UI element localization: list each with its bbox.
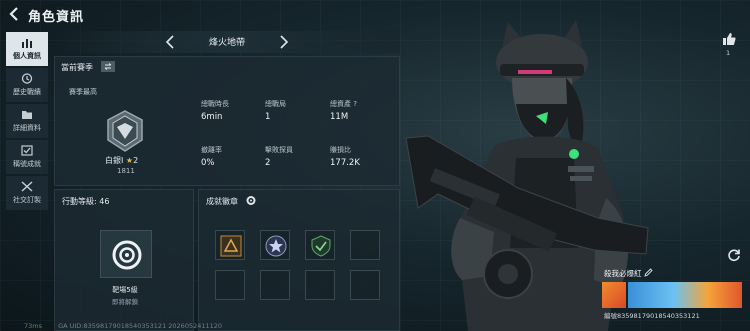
tools-icon (21, 181, 33, 192)
season-switch-button[interactable] (101, 61, 115, 72)
stat-value: 11M (330, 112, 349, 122)
footer: 73ms GA UID:83598179018540353121 2026052… (24, 322, 222, 330)
level-name: 靶場5級 (112, 286, 138, 294)
badge-slot-empty[interactable] (260, 270, 290, 300)
rank-emblem-icon (107, 110, 143, 152)
shield-badge-icon (311, 235, 331, 257)
player-nickname: 殺我必爆紅 (604, 269, 642, 278)
history-icon (21, 73, 33, 84)
sidebar-item-social[interactable]: 社交訂製 (6, 176, 48, 210)
badge-slot-empty[interactable] (350, 230, 380, 260)
badge-slot[interactable] (215, 230, 245, 260)
gear-icon[interactable] (245, 195, 257, 206)
achievements-heading: 成就徽章 (206, 197, 238, 206)
ping-indicator: 73ms (24, 322, 42, 330)
level-panel: 行動等級: 46 靶場5級 即將解鎖 (54, 189, 194, 331)
back-arrow-icon[interactable] (8, 7, 22, 23)
stat-value: 6min (201, 112, 223, 122)
stat-label: 擊敗探員 (265, 146, 293, 154)
season-panel: 當前賽季 賽季最高 白銀I ★2 1811 總戰時長 6min 總戰局 1 總資… (54, 56, 400, 186)
edit-icon[interactable] (644, 268, 653, 277)
season-heading: 當前賽季 (61, 63, 93, 72)
chevron-right-icon[interactable] (278, 34, 290, 50)
sidebar-item-details[interactable]: 詳細資料 (6, 104, 48, 138)
level-status: 即將解鎖 (112, 298, 138, 306)
badge-slot-empty[interactable] (305, 270, 335, 300)
sidebar-item-label: 個人資訊 (13, 52, 41, 60)
badge-slot-empty[interactable] (350, 270, 380, 300)
rank-name: 白銀I ★2 (105, 155, 138, 166)
folder-icon (22, 111, 32, 119)
star-icon: ★ (125, 156, 134, 165)
stat-value: 177.2K (330, 158, 360, 168)
sidebar-item-label: 詳細資料 (13, 124, 41, 132)
stat-label: 賺損比 (330, 146, 351, 154)
build-info: GA UID:83598179018540353121 202605241112… (58, 322, 223, 330)
stat-label: 撤離率 (201, 146, 222, 154)
bar-chart-icon (22, 39, 32, 48)
stat-value: 1 (265, 112, 271, 122)
level-heading: 行動等級: 46 (62, 197, 110, 206)
mode-selector: 烽火地帶 (54, 31, 400, 53)
rank-score: 1811 (117, 167, 135, 175)
stat-label: 總戰局 (265, 100, 286, 108)
refresh-icon[interactable] (727, 248, 741, 262)
mode-title: 烽火地帶 (208, 38, 245, 48)
level-card[interactable] (100, 230, 152, 278)
target-icon (112, 240, 142, 270)
stat-value: 2 (265, 158, 271, 168)
sidebar-item-label: 稱號成就 (13, 160, 41, 168)
badge-slot[interactable] (260, 230, 290, 260)
triangle-badge-icon (220, 235, 242, 257)
profile-banner[interactable] (628, 282, 742, 308)
season-sub-heading: 賽季最高 (69, 88, 97, 96)
sidebar-item-personal-info[interactable]: 個人資訊 (6, 32, 48, 66)
badge-slot[interactable] (305, 230, 335, 260)
page-title: 角色資訊 (28, 10, 85, 25)
stat-label[interactable]: 總資產 ? (330, 99, 357, 109)
stat-value: 0% (201, 158, 215, 168)
achievements-panel: 成就徽章 (198, 189, 400, 331)
sidebar-item-label: 歷史戰績 (13, 88, 41, 96)
rank-star-count: 2 (133, 156, 139, 165)
swap-icon (104, 63, 112, 70)
like-count: 1 (726, 49, 731, 57)
sidebar: 個人資訊 歷史戰績 詳細資料 稱號成就 社交訂製 (6, 32, 48, 212)
star-badge-icon (265, 235, 287, 257)
badge-slot-empty[interactable] (215, 270, 245, 300)
thumbs-up-icon[interactable] (722, 32, 736, 46)
sidebar-item-history[interactable]: 歷史戰績 (6, 68, 48, 102)
avatar[interactable] (602, 282, 626, 308)
player-uid: 編號83598179018540353121 (604, 312, 700, 320)
sidebar-item-titles[interactable]: 稱號成就 (6, 140, 48, 174)
shield-check-icon (21, 145, 33, 156)
stat-label: 總戰時長 (201, 100, 229, 108)
rank-tier: 白銀I (105, 156, 124, 165)
sidebar-item-label: 社交訂製 (13, 196, 41, 204)
